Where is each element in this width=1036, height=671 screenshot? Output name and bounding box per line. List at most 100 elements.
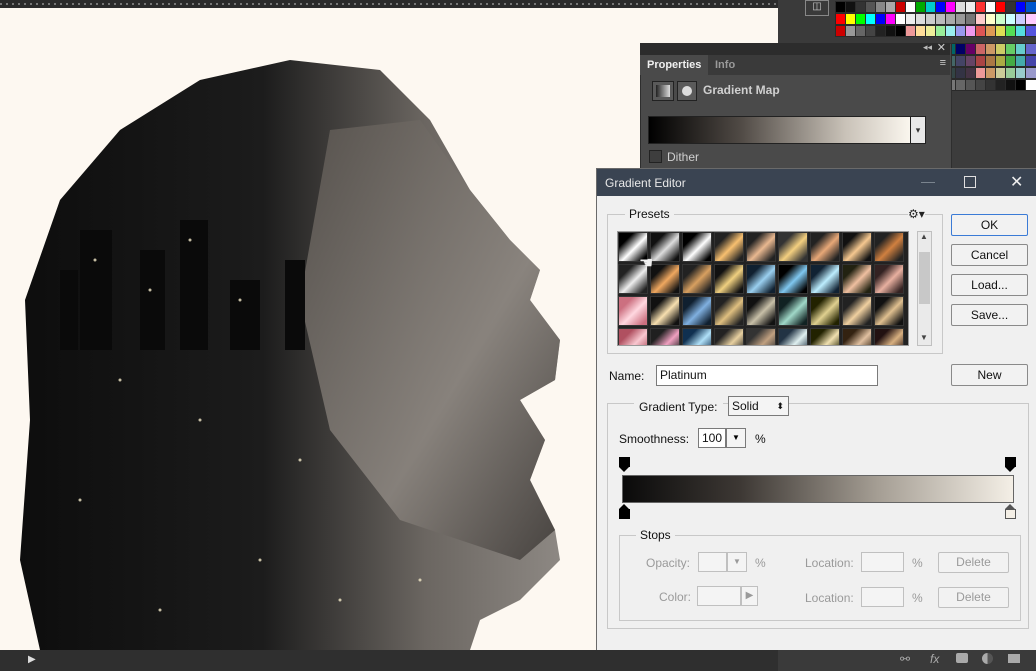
gradient-preset[interactable] bbox=[746, 296, 776, 326]
color-swatch[interactable] bbox=[1015, 55, 1027, 67]
tab-properties[interactable]: Properties bbox=[640, 55, 709, 75]
color-swatch[interactable] bbox=[1015, 25, 1027, 37]
color-swatch[interactable] bbox=[1005, 25, 1017, 37]
color-swatch[interactable] bbox=[885, 13, 897, 25]
color-swatch[interactable] bbox=[915, 1, 927, 13]
color-swatch[interactable] bbox=[875, 1, 887, 13]
dither-checkbox[interactable] bbox=[649, 150, 662, 163]
color-swatch[interactable] bbox=[985, 1, 997, 13]
gradient-picker-dropdown[interactable]: ▾ bbox=[910, 116, 926, 144]
color-swatch[interactable] bbox=[1025, 13, 1036, 25]
color-swatch[interactable] bbox=[1005, 13, 1017, 25]
link-layers-icon[interactable]: ⚯ bbox=[900, 652, 910, 666]
scroll-thumb[interactable] bbox=[919, 252, 930, 304]
color-swatch[interactable] bbox=[835, 13, 847, 25]
gradient-preset[interactable] bbox=[746, 328, 776, 345]
cancel-button[interactable]: Cancel bbox=[951, 244, 1028, 266]
gradient-map-preview[interactable] bbox=[648, 116, 912, 144]
color-swatch[interactable] bbox=[985, 55, 997, 67]
color-swatch[interactable] bbox=[945, 13, 957, 25]
color-location-input[interactable] bbox=[861, 587, 904, 607]
gradient-preset[interactable] bbox=[618, 328, 648, 345]
folder-icon[interactable] bbox=[1008, 654, 1020, 663]
gradient-preset[interactable] bbox=[682, 232, 712, 262]
color-swatch[interactable] bbox=[915, 25, 927, 37]
dialog-title-bar[interactable]: Gradient Editor — ✕ bbox=[597, 169, 1036, 196]
color-swatch[interactable] bbox=[925, 1, 937, 13]
color-swatch[interactable] bbox=[1025, 43, 1036, 55]
color-swatch[interactable] bbox=[865, 13, 877, 25]
gradient-preset[interactable] bbox=[682, 328, 712, 345]
fx-icon[interactable]: fx bbox=[930, 652, 939, 666]
new-button[interactable]: New bbox=[951, 364, 1028, 386]
gradient-type-select[interactable]: Solid ⬍ bbox=[728, 396, 789, 416]
gradient-preset[interactable] bbox=[714, 328, 744, 345]
gradient-preset[interactable] bbox=[682, 264, 712, 294]
color-stop-right[interactable] bbox=[1005, 504, 1016, 519]
name-input[interactable]: Platinum bbox=[656, 365, 878, 386]
color-swatch[interactable] bbox=[855, 25, 867, 37]
color-swatch[interactable] bbox=[835, 1, 847, 13]
color-swatch-input[interactable] bbox=[697, 586, 741, 606]
color-swatch[interactable] bbox=[965, 67, 977, 79]
color-swatch[interactable] bbox=[845, 13, 857, 25]
color-swatch[interactable] bbox=[985, 25, 997, 37]
gradient-preset[interactable] bbox=[810, 328, 840, 345]
color-swatch[interactable] bbox=[1005, 67, 1017, 79]
gradient-preset[interactable] bbox=[842, 232, 872, 262]
close-icon[interactable]: ✕ bbox=[1010, 172, 1023, 192]
color-swatch[interactable] bbox=[935, 1, 947, 13]
color-swatch[interactable] bbox=[985, 79, 997, 91]
gradient-preset[interactable] bbox=[810, 232, 840, 262]
color-swatch[interactable] bbox=[835, 25, 847, 37]
color-swatch[interactable] bbox=[925, 13, 937, 25]
color-swatch[interactable] bbox=[965, 43, 977, 55]
color-swatch[interactable] bbox=[885, 25, 897, 37]
color-swatch[interactable] bbox=[955, 55, 967, 67]
gradient-preset[interactable] bbox=[778, 232, 808, 262]
smoothness-dropdown-icon[interactable]: ▼ bbox=[726, 428, 746, 448]
color-swatch[interactable] bbox=[965, 1, 977, 13]
color-swatch[interactable] bbox=[995, 67, 1007, 79]
color-swatch[interactable] bbox=[1015, 79, 1027, 91]
color-swatch[interactable] bbox=[1015, 1, 1027, 13]
color-swatch[interactable] bbox=[1015, 13, 1027, 25]
color-swatch[interactable] bbox=[895, 25, 907, 37]
color-swatch[interactable] bbox=[975, 1, 987, 13]
gradient-preset[interactable] bbox=[714, 264, 744, 294]
color-swatch[interactable] bbox=[875, 13, 887, 25]
color-swatch[interactable] bbox=[1005, 55, 1017, 67]
color-swatch[interactable] bbox=[915, 13, 927, 25]
gradient-preset[interactable] bbox=[842, 328, 872, 345]
color-swatch[interactable] bbox=[995, 43, 1007, 55]
color-swatch[interactable] bbox=[985, 13, 997, 25]
color-swatch[interactable] bbox=[955, 79, 967, 91]
opacity-dropdown-icon[interactable]: ▼ bbox=[727, 552, 747, 572]
add-mask-icon[interactable] bbox=[956, 653, 968, 663]
color-swatch[interactable] bbox=[995, 55, 1007, 67]
gradient-preset[interactable] bbox=[778, 328, 808, 345]
presets-scrollbar[interactable]: ▲ ▼ bbox=[917, 231, 932, 346]
color-swatch[interactable] bbox=[935, 13, 947, 25]
adjustment-layer-icon[interactable] bbox=[982, 653, 993, 664]
color-swatch[interactable] bbox=[995, 79, 1007, 91]
panel-menu-icon[interactable]: ≡ bbox=[940, 57, 946, 69]
color-swatch[interactable] bbox=[955, 13, 967, 25]
color-swatch[interactable] bbox=[905, 1, 917, 13]
gradient-preset[interactable] bbox=[874, 296, 904, 326]
color-swatch[interactable] bbox=[1015, 43, 1027, 55]
gradient-preset[interactable] bbox=[650, 232, 680, 262]
gradient-preset[interactable] bbox=[810, 264, 840, 294]
color-swatch[interactable] bbox=[1005, 43, 1017, 55]
color-swatch[interactable] bbox=[865, 25, 877, 37]
delete-opacity-stop-button[interactable]: Delete bbox=[938, 552, 1009, 573]
color-swatch[interactable] bbox=[1025, 1, 1036, 13]
color-swatch[interactable] bbox=[995, 13, 1007, 25]
color-swatch[interactable] bbox=[975, 55, 987, 67]
gradient-preset[interactable] bbox=[682, 296, 712, 326]
smoothness-input[interactable]: 100 bbox=[698, 428, 726, 448]
color-swatch[interactable] bbox=[965, 25, 977, 37]
color-swatch[interactable] bbox=[855, 13, 867, 25]
color-swatch[interactable] bbox=[895, 13, 907, 25]
gradient-preset[interactable] bbox=[714, 296, 744, 326]
